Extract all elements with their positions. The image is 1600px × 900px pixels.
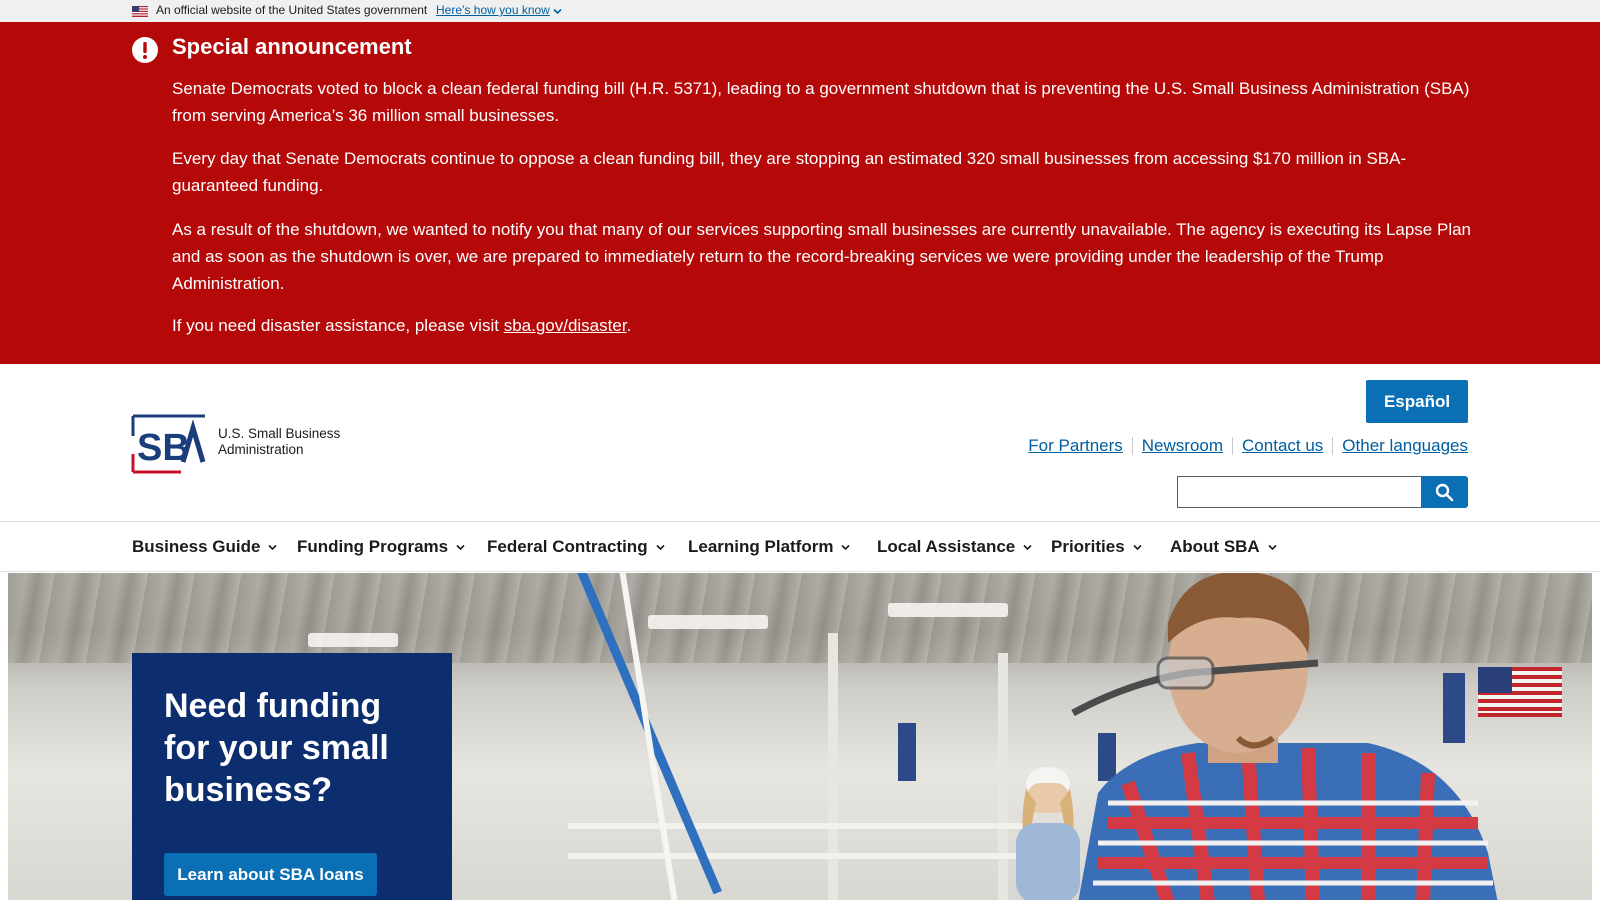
foreground-worker (1071, 573, 1498, 900)
announcement-title: Special announcement (172, 34, 412, 59)
divider (1332, 437, 1334, 455)
support-post (828, 633, 838, 900)
ceiling-light (648, 615, 768, 629)
gov-banner: An official website of the United States… (0, 0, 1600, 22)
special-announcement: Special announcement Senate Democrats vo… (0, 22, 1600, 364)
nav-federal-contracting[interactable]: Federal Contracting (487, 537, 665, 557)
search-input[interactable] (1177, 476, 1421, 508)
ceiling-light (308, 633, 398, 647)
hanging-banner (898, 723, 916, 781)
nav-label: Federal Contracting (487, 537, 648, 556)
contact-us-link[interactable]: Contact us (1242, 436, 1323, 456)
shelf (568, 853, 1048, 859)
disaster-link[interactable]: sba.gov/disaster (504, 316, 627, 335)
utility-links: For Partners Newsroom Contact us Other l… (1028, 436, 1468, 456)
announcement-paragraph-1: Senate Democrats voted to block a clean … (172, 79, 1470, 125)
support-post (998, 653, 1008, 900)
announcement-paragraph-3: As a result of the shutdown, we wanted t… (172, 220, 1472, 293)
chevron-down-icon (1268, 544, 1277, 550)
learn-about-loans-button[interactable]: Learn about SBA loans (164, 853, 377, 896)
logo-line-1: U.S. Small Business (218, 426, 341, 441)
nav-label: Learning Platform (688, 537, 834, 556)
how-you-know-link[interactable]: Here’s how you know (436, 3, 550, 17)
sba-logo[interactable]: SB (131, 414, 207, 474)
nav-learning-platform[interactable]: Learning Platform (688, 537, 851, 557)
us-flag-icon (132, 6, 148, 17)
nav-about-sba[interactable]: About SBA (1170, 537, 1277, 557)
nav-label: About SBA (1170, 537, 1260, 556)
chevron-down-icon (656, 544, 665, 550)
svg-text:SB: SB (137, 427, 190, 469)
hero-headline: Need funding for your small business? (164, 687, 389, 809)
nav-label: Priorities (1051, 537, 1125, 556)
nav-priorities[interactable]: Priorities (1051, 537, 1142, 557)
nav-business-guide[interactable]: Business Guide (132, 537, 278, 557)
disaster-period: . (626, 316, 632, 335)
official-site-text: An official website of the United States… (156, 3, 428, 17)
logo-text: U.S. Small Business Administration (218, 426, 340, 458)
announcement-paragraph-4: If you need disaster assistance, please … (172, 312, 1482, 339)
chevron-down-icon (268, 544, 278, 550)
chevron-down-icon (456, 544, 465, 550)
primary-nav: Business Guide Funding Programs Federal … (0, 523, 1600, 572)
ceiling-light (888, 603, 1008, 617)
shelf (568, 823, 1048, 829)
search-icon (1435, 483, 1454, 502)
announcement-paragraph-2: Every day that Senate Democrats continue… (172, 149, 1407, 195)
chevron-down-icon[interactable] (553, 8, 562, 15)
disaster-text: If you need disaster assistance, please … (172, 316, 504, 335)
other-languages-link[interactable]: Other languages (1342, 436, 1468, 456)
nav-label: Business Guide (132, 537, 261, 556)
chevron-down-icon (1133, 544, 1142, 550)
for-partners-link[interactable]: For Partners (1028, 436, 1122, 456)
site-header: SB U.S. Small Business Administration Es… (0, 364, 1600, 522)
espanol-button[interactable]: Español (1366, 380, 1468, 423)
hero-card: Need funding for your small business? Le… (132, 653, 452, 900)
chevron-down-icon (1023, 544, 1032, 550)
divider (1131, 437, 1133, 455)
nav-label: Local Assistance (877, 537, 1016, 556)
divider (1232, 437, 1234, 455)
logo-line-2: Administration (218, 442, 304, 457)
exclamation-circle-icon (132, 37, 158, 63)
chevron-down-icon (841, 544, 851, 550)
search-button[interactable] (1421, 476, 1468, 508)
nav-label: Funding Programs (297, 537, 449, 556)
newsroom-link[interactable]: Newsroom (1142, 436, 1223, 456)
nav-local-assistance[interactable]: Local Assistance (877, 537, 1032, 557)
nav-funding-programs[interactable]: Funding Programs (297, 537, 465, 557)
